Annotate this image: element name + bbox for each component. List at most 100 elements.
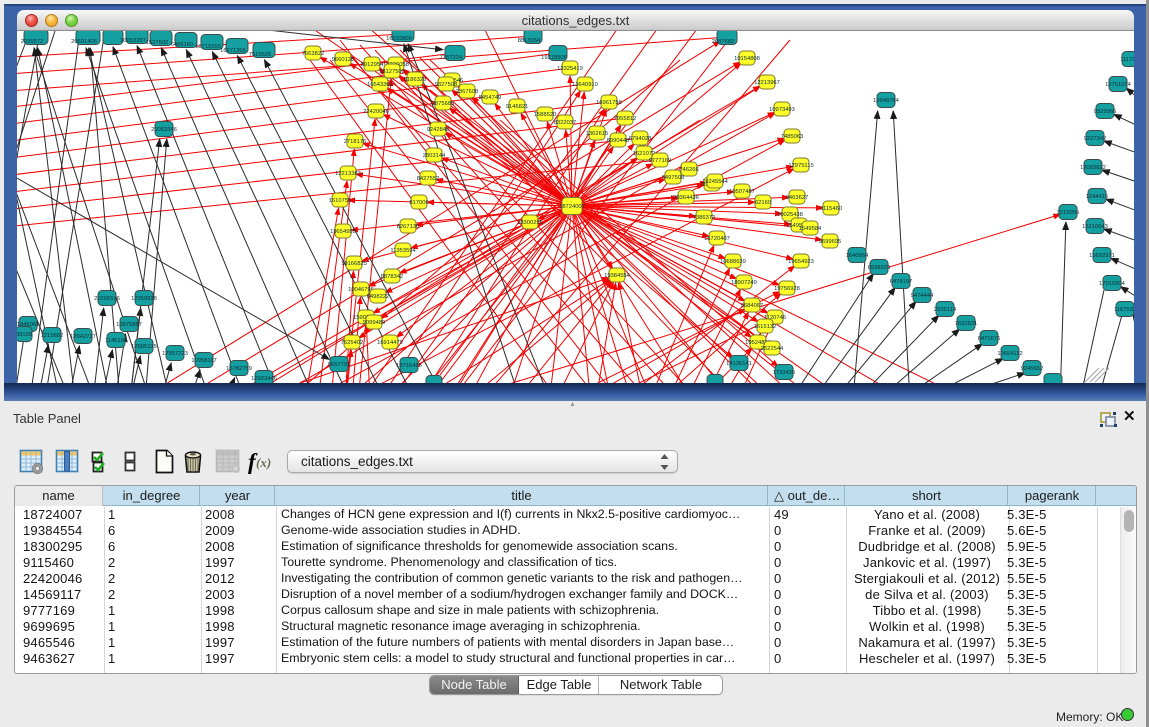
svg-text:17016504: 17016504 xyxy=(1099,281,1126,287)
svg-text:9146821: 9146821 xyxy=(506,104,529,110)
svg-text:2087682: 2087682 xyxy=(712,39,735,45)
svg-text:8990448: 8990448 xyxy=(607,138,630,144)
svg-text:8813054: 8813054 xyxy=(518,38,541,44)
svg-text:16961758: 16961758 xyxy=(596,100,622,106)
svg-text:1244415: 1244415 xyxy=(1086,194,1109,200)
svg-text:12093822: 12093822 xyxy=(1080,165,1106,171)
svg-text:19384554: 19384554 xyxy=(604,273,631,279)
svg-text:8427552: 8427552 xyxy=(417,176,440,182)
svg-text:9242848: 9242848 xyxy=(427,127,450,133)
svg-text:16543362: 16543362 xyxy=(367,82,393,88)
svg-text:12213967: 12213967 xyxy=(754,80,780,86)
svg-text:6497508: 6497508 xyxy=(662,175,685,181)
svg-text:8912954: 8912954 xyxy=(361,62,384,68)
svg-text:16671355: 16671355 xyxy=(220,48,246,54)
svg-text:7955812: 7955812 xyxy=(614,116,637,122)
svg-text:17957223: 17957223 xyxy=(162,351,188,357)
svg-text:9227342: 9227342 xyxy=(1084,136,1107,142)
svg-text:8454749: 8454749 xyxy=(479,95,502,101)
svg-text:7485063: 7485063 xyxy=(781,134,804,140)
svg-text:10653287: 10653287 xyxy=(120,38,146,44)
svg-text:8938923: 8938923 xyxy=(868,265,891,271)
svg-text:16782759: 16782759 xyxy=(226,366,252,372)
svg-text:8878342: 8878342 xyxy=(381,274,404,280)
svg-text:15751074: 15751074 xyxy=(1105,82,1132,88)
svg-text:62160: 62160 xyxy=(755,200,771,206)
svg-text:9099489: 9099489 xyxy=(363,320,386,326)
svg-text:10154808: 10154808 xyxy=(734,56,760,62)
svg-text:10973493: 10973493 xyxy=(769,107,795,113)
svg-text:9660128: 9660128 xyxy=(332,57,355,63)
svg-text:19218506: 19218506 xyxy=(541,55,567,61)
svg-text:1615132: 1615132 xyxy=(754,324,777,330)
svg-text:6794028: 6794028 xyxy=(629,136,652,142)
svg-text:19756928: 19756928 xyxy=(774,286,800,292)
svg-text:1215682: 1215682 xyxy=(41,333,64,339)
svg-text:1362615: 1362615 xyxy=(586,131,609,137)
svg-text:9657791: 9657791 xyxy=(328,362,351,368)
svg-text:12213383: 12213383 xyxy=(335,171,361,177)
svg-text:2367608: 2367608 xyxy=(456,89,479,95)
svg-text:12942737: 12942737 xyxy=(70,334,96,340)
svg-text:9474444: 9474444 xyxy=(911,293,934,299)
svg-text:11353594: 11353594 xyxy=(390,248,416,254)
svg-text:1527602: 1527602 xyxy=(146,40,169,46)
svg-text:9684067: 9684067 xyxy=(741,303,764,309)
svg-text:12975115: 12975115 xyxy=(788,163,813,169)
svg-text:9463627: 9463627 xyxy=(786,195,809,201)
svg-text:12923446: 12923446 xyxy=(251,376,277,382)
svg-text:2522544: 2522544 xyxy=(761,346,784,352)
svg-text:(x): (x) xyxy=(256,455,271,470)
svg-text:1549584: 1549584 xyxy=(799,226,822,232)
svg-text:2803144: 2803144 xyxy=(423,153,446,159)
svg-text:1733426: 1733426 xyxy=(773,370,796,376)
svg-text:10688639: 10688639 xyxy=(720,259,746,265)
svg-text:1610755: 1610755 xyxy=(329,198,352,204)
svg-text:9115460: 9115460 xyxy=(820,206,842,212)
svg-text:18127509: 18127509 xyxy=(379,69,405,75)
svg-text:7625402: 7625402 xyxy=(341,340,364,346)
svg-text:22420046: 22420046 xyxy=(363,109,389,115)
svg-text:19166825: 19166825 xyxy=(341,261,367,267)
svg-text:9699695: 9699695 xyxy=(819,239,842,245)
svg-text:7386372: 7386372 xyxy=(693,215,716,221)
svg-text:19654955: 19654955 xyxy=(330,229,356,235)
svg-text:8322037: 8322037 xyxy=(554,120,577,126)
svg-text:9777169: 9777169 xyxy=(649,158,672,164)
svg-text:20053346: 20053346 xyxy=(151,127,177,133)
svg-text:18724007: 18724007 xyxy=(559,204,585,210)
svg-text:9329966: 9329966 xyxy=(1094,109,1117,115)
svg-text:2035572: 2035572 xyxy=(21,39,44,45)
svg-text:16245544: 16245544 xyxy=(702,179,729,185)
svg-text:746266: 746266 xyxy=(679,167,698,173)
svg-text:817006: 817006 xyxy=(409,200,428,206)
svg-text:3875685: 3875685 xyxy=(432,101,455,107)
svg-text:10975887: 10975887 xyxy=(116,322,142,328)
svg-text:18907249: 18907249 xyxy=(731,280,757,286)
svg-text:8498222: 8498222 xyxy=(367,294,390,300)
svg-text:10654112: 10654112 xyxy=(997,351,1022,357)
svg-text:13640910: 13640910 xyxy=(572,82,598,88)
svg-text:20691406: 20691406 xyxy=(71,39,97,45)
svg-text:8471676: 8471676 xyxy=(978,336,1001,342)
svg-text:15692971: 15692971 xyxy=(1089,253,1115,259)
svg-text:20206576: 20206576 xyxy=(94,296,120,302)
svg-text:7663822: 7663822 xyxy=(302,51,325,57)
svg-text:9245652: 9245652 xyxy=(1021,366,1044,372)
svg-text:1167533: 1167533 xyxy=(1114,307,1134,313)
svg-text:39159: 39159 xyxy=(17,332,32,338)
svg-text:1145194: 1145194 xyxy=(105,338,128,344)
svg-text:15720407: 15720407 xyxy=(704,236,730,242)
svg-text:12505135: 12505135 xyxy=(131,344,157,350)
svg-text:16210643: 16210643 xyxy=(1082,224,1108,230)
svg-text:2935114: 2935114 xyxy=(934,307,957,313)
svg-text:13716485: 13716485 xyxy=(396,363,422,369)
svg-text:10719155: 10719155 xyxy=(195,44,221,50)
svg-text:7357224: 7357224 xyxy=(440,55,463,61)
svg-text:6479197: 6479197 xyxy=(890,279,913,285)
svg-text:16648784: 16648784 xyxy=(873,98,900,104)
svg-text:7632621: 7632621 xyxy=(955,321,978,327)
svg-text:3215955: 3215955 xyxy=(1057,210,1080,216)
svg-text:10958117: 10958117 xyxy=(191,358,216,364)
svg-text:1117304: 1117304 xyxy=(1120,57,1134,63)
